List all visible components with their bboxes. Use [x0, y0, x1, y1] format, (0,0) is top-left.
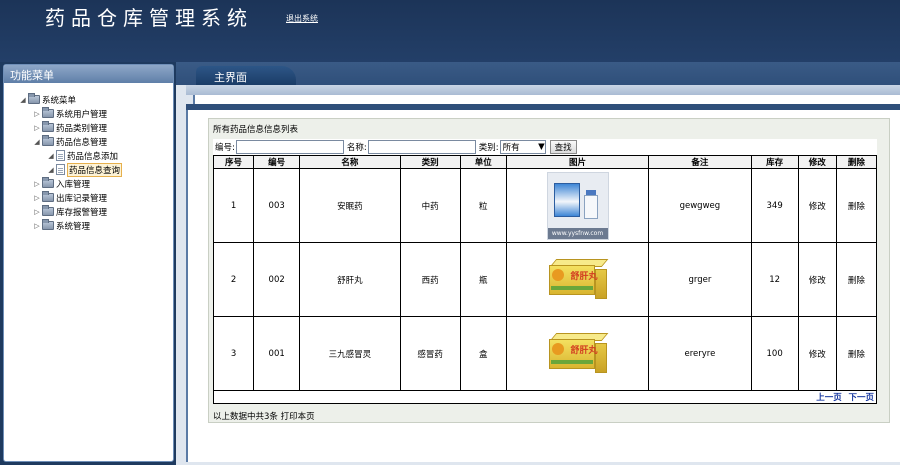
collapsed-arrow-icon: ▷ [34, 123, 40, 132]
product-image: 舒肝丸 [547, 255, 609, 305]
logout-link[interactable]: 退出系统 [286, 13, 318, 24]
collapsed-arrow-icon: ▷ [34, 179, 40, 188]
drug-list-panel: 所有药品信息信息列表 编号: 名称: 类别: 所有 ▼ 查找 序号 编号 名称 … [208, 118, 890, 423]
sidebar-item-label: 系统管理 [56, 221, 91, 232]
page-icon [56, 150, 65, 161]
table-row: 1 003 安眠药 中药 粒 www.yysfnw.com gewgweg 34… [212, 168, 878, 243]
panel-title: 所有药品信息信息列表 [213, 125, 299, 135]
category-select[interactable]: 所有 ▼ [499, 140, 546, 154]
sidebar-item[interactable]: ▷ 系统管理 [32, 219, 90, 232]
sidebar-item-label: 入库管理 [56, 179, 91, 190]
product-image-cell: www.yysfnw.com [505, 168, 650, 243]
delete-link[interactable]: 删除 [835, 316, 878, 391]
col-header: 单位 [459, 155, 507, 169]
table-row: 2 002 舒肝丸 西药 瓶 舒肝丸 grger 12 修改 删除 [212, 242, 878, 317]
image-caption: 舒肝丸 [570, 271, 598, 282]
expanded-arrow-icon: ◢ [20, 95, 26, 104]
delete-link[interactable]: 删除 [835, 168, 878, 243]
sidebar-item[interactable]: ▷ 库存报警管理 [32, 205, 107, 218]
delete-link[interactable]: 删除 [835, 242, 878, 317]
category-select-value: 所有 [502, 143, 520, 153]
folder-icon [42, 177, 54, 188]
sidebar: 功能菜单 ◢ 系统菜单 ▷ 系统用户管理 ▷ 药品类别管理 ◢ 药品信息管理 ◢ 药品信息添加 ◢ 药… [3, 64, 174, 462]
sidebar-item[interactable]: ◢ 药品信息管理 [32, 135, 107, 148]
app-header: 药品仓库管理系统 退出系统 [0, 0, 900, 62]
sidebar-item[interactable]: ▷ 系统用户管理 [32, 107, 107, 120]
record-count-text: 以上数据中共3条 打印本页 [213, 412, 315, 422]
sidebar-item[interactable]: ◢ 药品信息查询 [46, 162, 123, 177]
folder-icon [42, 219, 54, 230]
prev-page-link[interactable]: 上一页 [816, 393, 842, 403]
expanded-arrow-icon: ◢ [34, 137, 40, 146]
sidebar-item-label: 库存报警管理 [56, 207, 108, 218]
col-header: 编号 [253, 155, 301, 169]
sidebar-item-label: 药品信息查询 [67, 162, 123, 177]
sidebar-title: 功能菜单 [4, 65, 173, 83]
menu-tree: ◢ 系统菜单 ▷ 系统用户管理 ▷ 药品类别管理 ◢ 药品信息管理 ◢ 药品信息添加 ◢ 药品信息查询… [4, 83, 173, 232]
sidebar-item[interactable]: ▷ 出库记录管理 [32, 191, 107, 204]
sidebar-item-label: 出库记录管理 [56, 193, 108, 204]
col-header: 库存 [750, 155, 799, 169]
sidebar-item-label: 药品信息管理 [56, 137, 108, 148]
col-header: 删除 [835, 155, 878, 169]
image-caption: www.yysfnw.com [547, 227, 608, 239]
search-bar: 编号: 名称: 类别: 所有 ▼ 查找 [213, 139, 877, 155]
col-header: 序号 [212, 155, 255, 169]
collapsed-arrow-icon: ▷ [34, 109, 40, 118]
table-row: 3 001 三九感冒灵 感冒药 盒 舒肝丸 ereryre 100 修改 删除 [212, 316, 878, 391]
folder-icon [42, 205, 54, 216]
code-input[interactable] [235, 140, 344, 154]
name-label: 名称: [346, 143, 367, 153]
col-header: 图片 [505, 155, 650, 169]
folder-icon [42, 135, 54, 146]
col-header: 名称 [299, 155, 401, 169]
page-icon [56, 164, 65, 175]
sidebar-item[interactable]: ◢ 药品信息添加 [46, 149, 118, 162]
app-title: 药品仓库管理系统 [45, 6, 253, 30]
folder-icon [42, 107, 54, 118]
pager-row: 上一页 下一页 [213, 390, 877, 404]
search-button[interactable]: 查找 [549, 140, 577, 154]
edit-link[interactable]: 修改 [797, 168, 837, 243]
name-input[interactable] [367, 140, 476, 154]
collapsed-arrow-icon: ▷ [34, 207, 40, 216]
col-header: 类别 [399, 155, 461, 169]
product-image-cell: 舒肝丸 [505, 316, 650, 391]
dropdown-arrow-icon: ▼ [538, 142, 545, 152]
leaf-marker-icon: ◢ [48, 165, 54, 174]
drug-table: 序号 编号 名称 类别 单位 图片 备注 库存 修改 删除 1 003 安眠药 … [212, 155, 878, 404]
table-header-row: 序号 编号 名称 类别 单位 图片 备注 库存 修改 删除 [212, 155, 878, 169]
folder-icon [28, 93, 40, 104]
sidebar-item-label: 系统用户管理 [56, 109, 108, 120]
category-label: 类别: [478, 143, 499, 153]
edit-link[interactable]: 修改 [797, 242, 837, 317]
tab-bar: 主界面 [176, 62, 900, 86]
sidebar-item-label: 药品信息添加 [67, 151, 119, 162]
next-page-link[interactable]: 下一页 [848, 393, 874, 403]
col-header: 备注 [648, 155, 752, 169]
collapsed-arrow-icon: ▷ [34, 221, 40, 230]
image-caption: 舒肝丸 [570, 345, 598, 356]
product-image: www.yysfnw.com [546, 171, 609, 240]
product-image-cell: 舒肝丸 [505, 242, 650, 317]
collapsed-arrow-icon: ▷ [34, 193, 40, 202]
sidebar-item-label: 系统菜单 [42, 95, 77, 106]
edit-link[interactable]: 修改 [797, 316, 837, 391]
leaf-marker-icon: ◢ [48, 151, 54, 160]
sidebar-item[interactable]: ◢ 系统菜单 [18, 93, 76, 106]
code-label: 编号: [215, 143, 235, 153]
tab-main[interactable]: 主界面 [196, 66, 296, 86]
sidebar-item[interactable]: ▷ 药品类别管理 [32, 121, 107, 134]
folder-icon [42, 191, 54, 202]
col-header: 修改 [797, 155, 837, 169]
folder-icon [42, 121, 54, 132]
product-image: 舒肝丸 [547, 329, 609, 379]
sidebar-item-label: 药品类别管理 [56, 123, 108, 134]
sidebar-item[interactable]: ▷ 入库管理 [32, 177, 90, 190]
